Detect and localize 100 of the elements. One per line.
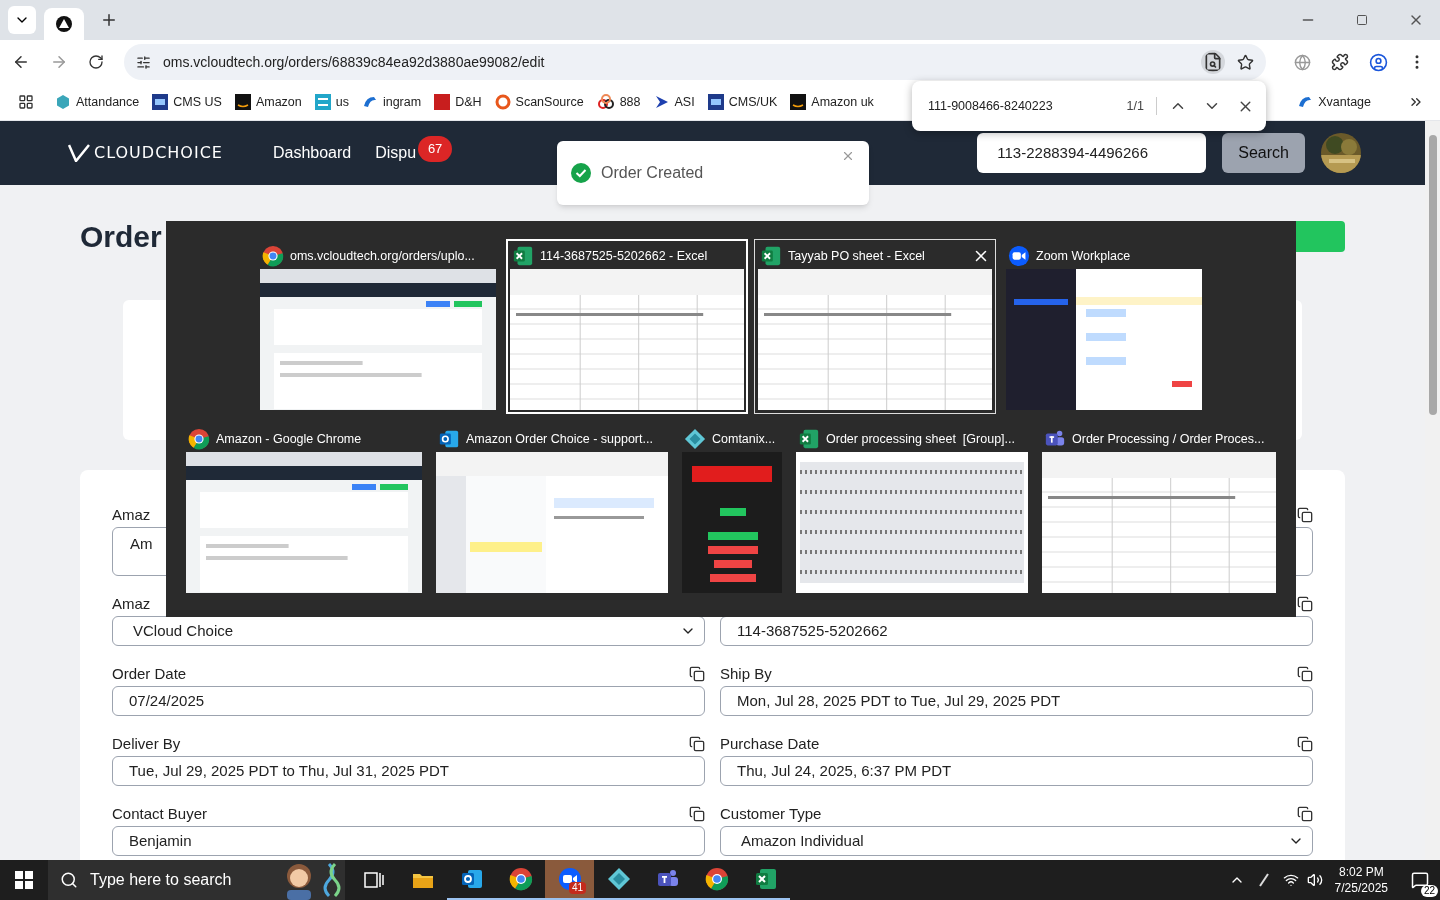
window-thumbnail[interactable]: 114-3687525-5202662 - Excel xyxy=(506,239,748,414)
bookmark[interactable]: ScanSource xyxy=(494,92,584,112)
search-button[interactable]: Search xyxy=(1222,133,1305,173)
new-tab-icon[interactable] xyxy=(100,11,118,29)
bookmark[interactable]: 888 xyxy=(596,92,641,112)
search-placeholder: Type here to search xyxy=(90,870,233,890)
reload-icon[interactable] xyxy=(88,54,104,70)
rings-icon xyxy=(596,94,615,110)
globe-icon[interactable] xyxy=(1294,53,1311,71)
input-field[interactable]: 114-3687525-5202662 xyxy=(720,616,1313,646)
mail-icon xyxy=(459,867,484,891)
profile-icon[interactable] xyxy=(1369,52,1388,72)
square-icon xyxy=(434,94,451,110)
window-thumbnail[interactable]: Amazon Order Choice - support... xyxy=(432,422,672,597)
copy-icon[interactable] xyxy=(1297,736,1313,752)
url-text: oms.vcloudtech.org/orders/68839c84ea92d3880ae99082/edit xyxy=(163,52,546,72)
bookmark[interactable]: Xvantage xyxy=(1297,92,1371,112)
bookmark[interactable]: CMS US xyxy=(152,92,222,112)
window-title: Order Processing / Order Proces... xyxy=(1072,430,1266,448)
select-field[interactable]: Amazon Individual xyxy=(720,826,1313,856)
input-field[interactable]: Tue, Jul 29, 2025 PDT to Thu, Jul 31, 2025 PDT xyxy=(112,756,705,786)
notifications-button[interactable]: 22 xyxy=(1400,860,1440,900)
search-icon xyxy=(60,871,78,889)
input-field[interactable]: Thu, Jul 24, 2025, 6:37 PM PDT xyxy=(720,756,1313,786)
nav-link[interactable]: Dashboard xyxy=(272,141,352,165)
bookmark-star-icon[interactable] xyxy=(1237,53,1254,71)
field-label: Amaz xyxy=(112,504,151,525)
bookmark[interactable]: us xyxy=(314,92,349,112)
taskbar-app[interactable]: 41 xyxy=(545,860,594,900)
window-thumbnail[interactable]: Comtanix... xyxy=(678,422,786,597)
volume-icon[interactable] xyxy=(1306,872,1323,888)
bookmark[interactable]: ingram xyxy=(361,92,422,112)
bookmark[interactable]: ASI xyxy=(653,92,695,112)
input-field[interactable]: Mon, Jul 28, 2025 PDT to Tue, Jul 29, 2025 PDT xyxy=(720,686,1313,716)
field-label: Ship By xyxy=(720,663,772,684)
square-icon xyxy=(790,94,807,110)
input-field[interactable]: 07/24/2025 xyxy=(112,686,705,716)
copy-icon[interactable] xyxy=(1297,806,1313,822)
bookmark[interactable]: D&H xyxy=(434,92,482,112)
count-badge: 22 xyxy=(1420,885,1438,897)
window-title: oms.vcloudtech.org/orders/uplo... xyxy=(290,247,476,265)
field-label: Amaz xyxy=(112,593,151,614)
window-title: Zoom Workplace xyxy=(1036,247,1132,265)
browser-icon xyxy=(704,867,729,891)
copy-icon[interactable] xyxy=(1297,596,1313,612)
bookmark[interactable]: Amazon uk xyxy=(790,92,874,112)
window-title: Amazon - Google Chrome xyxy=(216,430,363,448)
bookmark[interactable]: CMS/UK xyxy=(707,92,778,112)
windows-icon xyxy=(15,871,33,889)
pen-icon[interactable] xyxy=(1256,873,1271,887)
extensions-icon[interactable] xyxy=(1331,53,1349,71)
window-thumbnail[interactable]: Zoom Workplace xyxy=(1002,239,1206,414)
tab-list-button[interactable] xyxy=(8,6,36,34)
network-icon[interactable] xyxy=(1282,872,1299,888)
video-icon xyxy=(1008,245,1030,267)
find-query[interactable]: 111-9008466-8240223 xyxy=(928,96,1127,116)
apps-icon[interactable] xyxy=(18,94,34,110)
window-thumbnail[interactable]: Amazon - Google Chrome xyxy=(182,422,426,597)
window-thumbnail[interactable]: Order processing sheet [Group]... xyxy=(792,422,1032,597)
site-info-icon[interactable] xyxy=(136,54,151,70)
hexagon-icon xyxy=(55,94,71,110)
bookmark[interactable]: Amazon xyxy=(234,92,302,112)
copy-icon[interactable] xyxy=(1297,507,1313,523)
match-count: 1/1 xyxy=(1126,96,1157,116)
field-label: Deliver By xyxy=(112,733,181,754)
browser-tab[interactable] xyxy=(44,8,84,40)
window-title: 114-3687525-5202662 - Excel xyxy=(540,247,709,265)
browser-icon xyxy=(188,428,210,450)
window-title: Comtanix... xyxy=(712,430,777,448)
copy-icon[interactable] xyxy=(689,666,705,682)
square-icon xyxy=(234,94,251,110)
page-title: Order xyxy=(80,218,162,255)
copy-icon[interactable] xyxy=(689,736,705,752)
field-label: Purchase Date xyxy=(720,733,820,754)
window-thumbnail[interactable]: Order Processing / Order Proces... xyxy=(1038,422,1280,597)
forward-icon[interactable] xyxy=(50,53,68,71)
square-icon xyxy=(152,94,169,110)
nav-link[interactable]: Dispu xyxy=(375,141,417,165)
back-icon[interactable] xyxy=(12,53,30,71)
taskbar-search-field[interactable]: Type here to search xyxy=(48,860,345,900)
check-icon xyxy=(571,163,591,183)
logo-text: CLOUDCHOICE xyxy=(94,142,223,164)
spreadsheet-icon xyxy=(798,428,820,450)
address-bar[interactable]: oms.vcloudtech.org/orders/68839c84ea92d3880ae99082/edit xyxy=(124,44,1266,80)
restore-icon[interactable] xyxy=(1356,14,1368,26)
window-thumbnail[interactable]: oms.vcloudtech.org/orders/uplo... xyxy=(256,239,500,414)
search-field[interactable]: 113-2288394-4496266 xyxy=(977,133,1207,173)
copy-icon[interactable] xyxy=(689,806,705,822)
window-thumbnail[interactable]: Tayyab PO sheet - Excel xyxy=(754,239,996,414)
spreadsheet-icon xyxy=(753,867,778,891)
toast-message: Order Created xyxy=(601,163,705,183)
find-icon[interactable] xyxy=(1201,50,1225,74)
input-field[interactable]: Benjamin xyxy=(112,826,705,856)
field-label: Contact Buyer xyxy=(112,803,208,824)
clock-date[interactable]: 7/25/2025 xyxy=(1334,880,1388,896)
copy-icon[interactable] xyxy=(1297,666,1313,682)
select-field[interactable]: VCloud Choice xyxy=(112,616,705,646)
bookmark[interactable]: Attandance xyxy=(55,92,140,112)
clock-time[interactable]: 8:02 PM xyxy=(1338,864,1384,880)
spreadsheet-icon xyxy=(512,245,534,267)
